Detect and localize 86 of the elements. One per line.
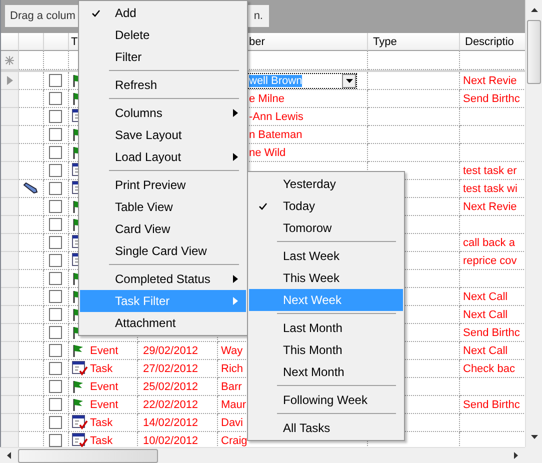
menu-item[interactable]: Yesterday [249, 173, 403, 195]
type-text: Task [90, 362, 113, 374]
checkbox[interactable] [49, 110, 62, 123]
type-text: Event [90, 380, 118, 392]
dropdown-button[interactable] [342, 74, 356, 88]
row-header[interactable] [1, 144, 19, 162]
checkbox[interactable] [49, 218, 62, 231]
checkbox[interactable] [49, 434, 62, 447]
submenu-arrow-icon [233, 297, 238, 305]
row-header[interactable] [1, 234, 19, 252]
menu-item[interactable]: Today [249, 195, 403, 217]
row-header[interactable] [1, 396, 19, 414]
type-text: Event [90, 398, 118, 410]
row-header[interactable] [1, 252, 19, 270]
row-header[interactable] [1, 126, 19, 144]
column-header[interactable] [1, 33, 19, 51]
menu-item[interactable]: Completed Status [80, 268, 246, 290]
menu-item[interactable]: Card View [80, 218, 246, 240]
check-icon [92, 10, 100, 16]
caret-icon [346, 78, 352, 82]
row-header[interactable] [1, 360, 19, 378]
submenu-arrow-icon [233, 153, 238, 161]
scroll-left-icon[interactable] [7, 452, 11, 459]
row-header[interactable] [1, 198, 19, 216]
menu-item[interactable]: Print Preview [80, 174, 246, 196]
scroll-down-icon[interactable] [530, 435, 538, 439]
menu-item[interactable]: Single Card View [80, 240, 246, 262]
flag-icon [72, 380, 84, 394]
submenu-arrow-icon [233, 275, 238, 283]
column-header[interactable] [19, 33, 44, 51]
check-icon [259, 202, 267, 210]
new-row-icon [5, 56, 14, 64]
menu-item[interactable]: Last Week [249, 245, 403, 267]
submenu-arrow-icon [233, 109, 238, 117]
group-hint-text: Drag a colum [10, 10, 76, 22]
checkbox[interactable] [49, 398, 62, 411]
row-header[interactable] [1, 216, 19, 234]
menu-item[interactable]: Tomorow [249, 217, 403, 239]
menu-item[interactable]: Attachment [80, 312, 246, 334]
group-hint-text: n. [254, 10, 263, 22]
flag-icon [72, 344, 84, 358]
checkbox[interactable] [49, 308, 62, 321]
checkbox[interactable] [49, 344, 62, 357]
vertical-scroll-thumb[interactable] [527, 20, 541, 84]
menu-item[interactable]: This Week [249, 267, 403, 289]
row-header[interactable] [1, 306, 19, 324]
row-header[interactable] [1, 162, 19, 180]
row-header[interactable] [1, 288, 19, 306]
checkbox[interactable] [49, 416, 62, 429]
checkbox[interactable] [49, 254, 62, 267]
column-header[interactable]: Type [368, 33, 460, 51]
checkbox[interactable] [49, 74, 62, 87]
row-header[interactable] [1, 270, 19, 288]
row-header[interactable] [1, 378, 19, 396]
scroll-up-icon[interactable] [530, 8, 538, 12]
row-header[interactable] [1, 180, 19, 198]
type-text: Task [90, 416, 113, 428]
checkbox[interactable] [49, 362, 62, 375]
column-header[interactable] [44, 33, 69, 51]
row-header[interactable] [1, 414, 19, 432]
type-text: Task [90, 434, 113, 446]
checkbox[interactable] [49, 236, 62, 249]
checkbox[interactable] [49, 326, 62, 339]
checkbox[interactable] [49, 290, 62, 303]
checkbox[interactable] [49, 146, 62, 159]
checkbox[interactable] [49, 200, 62, 213]
row-header[interactable] [1, 72, 19, 90]
checkbox[interactable] [49, 92, 62, 105]
type-text: Event [90, 344, 118, 356]
checkbox[interactable] [49, 380, 62, 393]
horizontal-scroll-thumb[interactable] [18, 448, 158, 462]
checkbox[interactable] [49, 272, 62, 285]
menu-item[interactable]: Table View [80, 196, 246, 218]
row-header[interactable] [1, 108, 19, 126]
checkbox[interactable] [49, 164, 62, 177]
menu-item[interactable]: Last Month [249, 317, 403, 339]
checkbox[interactable] [49, 182, 62, 195]
menu-item[interactable]: Add [80, 2, 246, 24]
row-header[interactable] [1, 90, 19, 108]
checkbox[interactable] [49, 128, 62, 141]
row-header[interactable] [1, 342, 19, 360]
row-header[interactable] [1, 51, 19, 70]
row-header[interactable] [1, 432, 19, 447]
row-header[interactable] [1, 324, 19, 342]
flag-icon [72, 398, 84, 412]
scroll-right-icon[interactable] [514, 452, 518, 459]
